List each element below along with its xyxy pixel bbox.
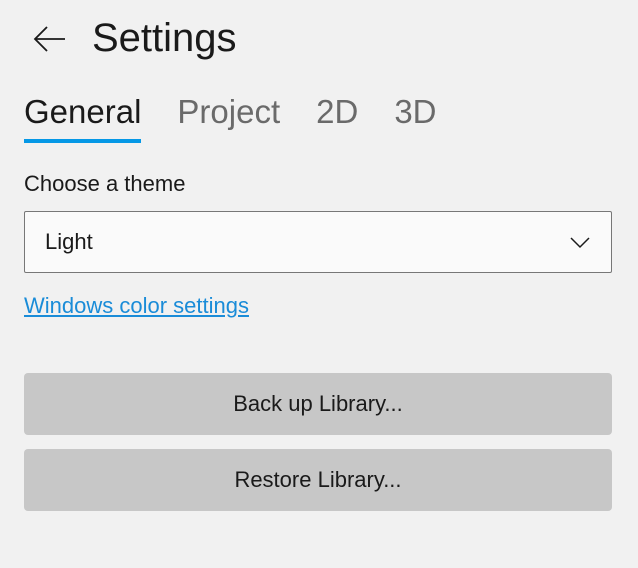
- chevron-down-icon: [569, 231, 591, 253]
- theme-field-label: Choose a theme: [24, 171, 614, 197]
- tab-2d[interactable]: 2D: [316, 93, 358, 141]
- tab-general[interactable]: General: [24, 93, 141, 141]
- theme-selected-value: Light: [45, 229, 93, 255]
- back-button[interactable]: [32, 21, 68, 57]
- backup-library-button[interactable]: Back up Library...: [24, 373, 612, 435]
- library-buttons: Back up Library... Restore Library...: [24, 373, 614, 511]
- tab-project[interactable]: Project: [177, 93, 280, 141]
- theme-dropdown[interactable]: Light: [24, 211, 612, 273]
- restore-library-button[interactable]: Restore Library...: [24, 449, 612, 511]
- tabs-bar: General Project 2D 3D: [0, 69, 638, 141]
- arrow-left-icon: [33, 25, 67, 53]
- page-title: Settings: [92, 16, 237, 61]
- content-area: Choose a theme Light Windows color setti…: [0, 141, 638, 511]
- windows-color-settings-link[interactable]: Windows color settings: [24, 293, 249, 319]
- header: Settings: [0, 0, 638, 69]
- tab-3d[interactable]: 3D: [394, 93, 436, 141]
